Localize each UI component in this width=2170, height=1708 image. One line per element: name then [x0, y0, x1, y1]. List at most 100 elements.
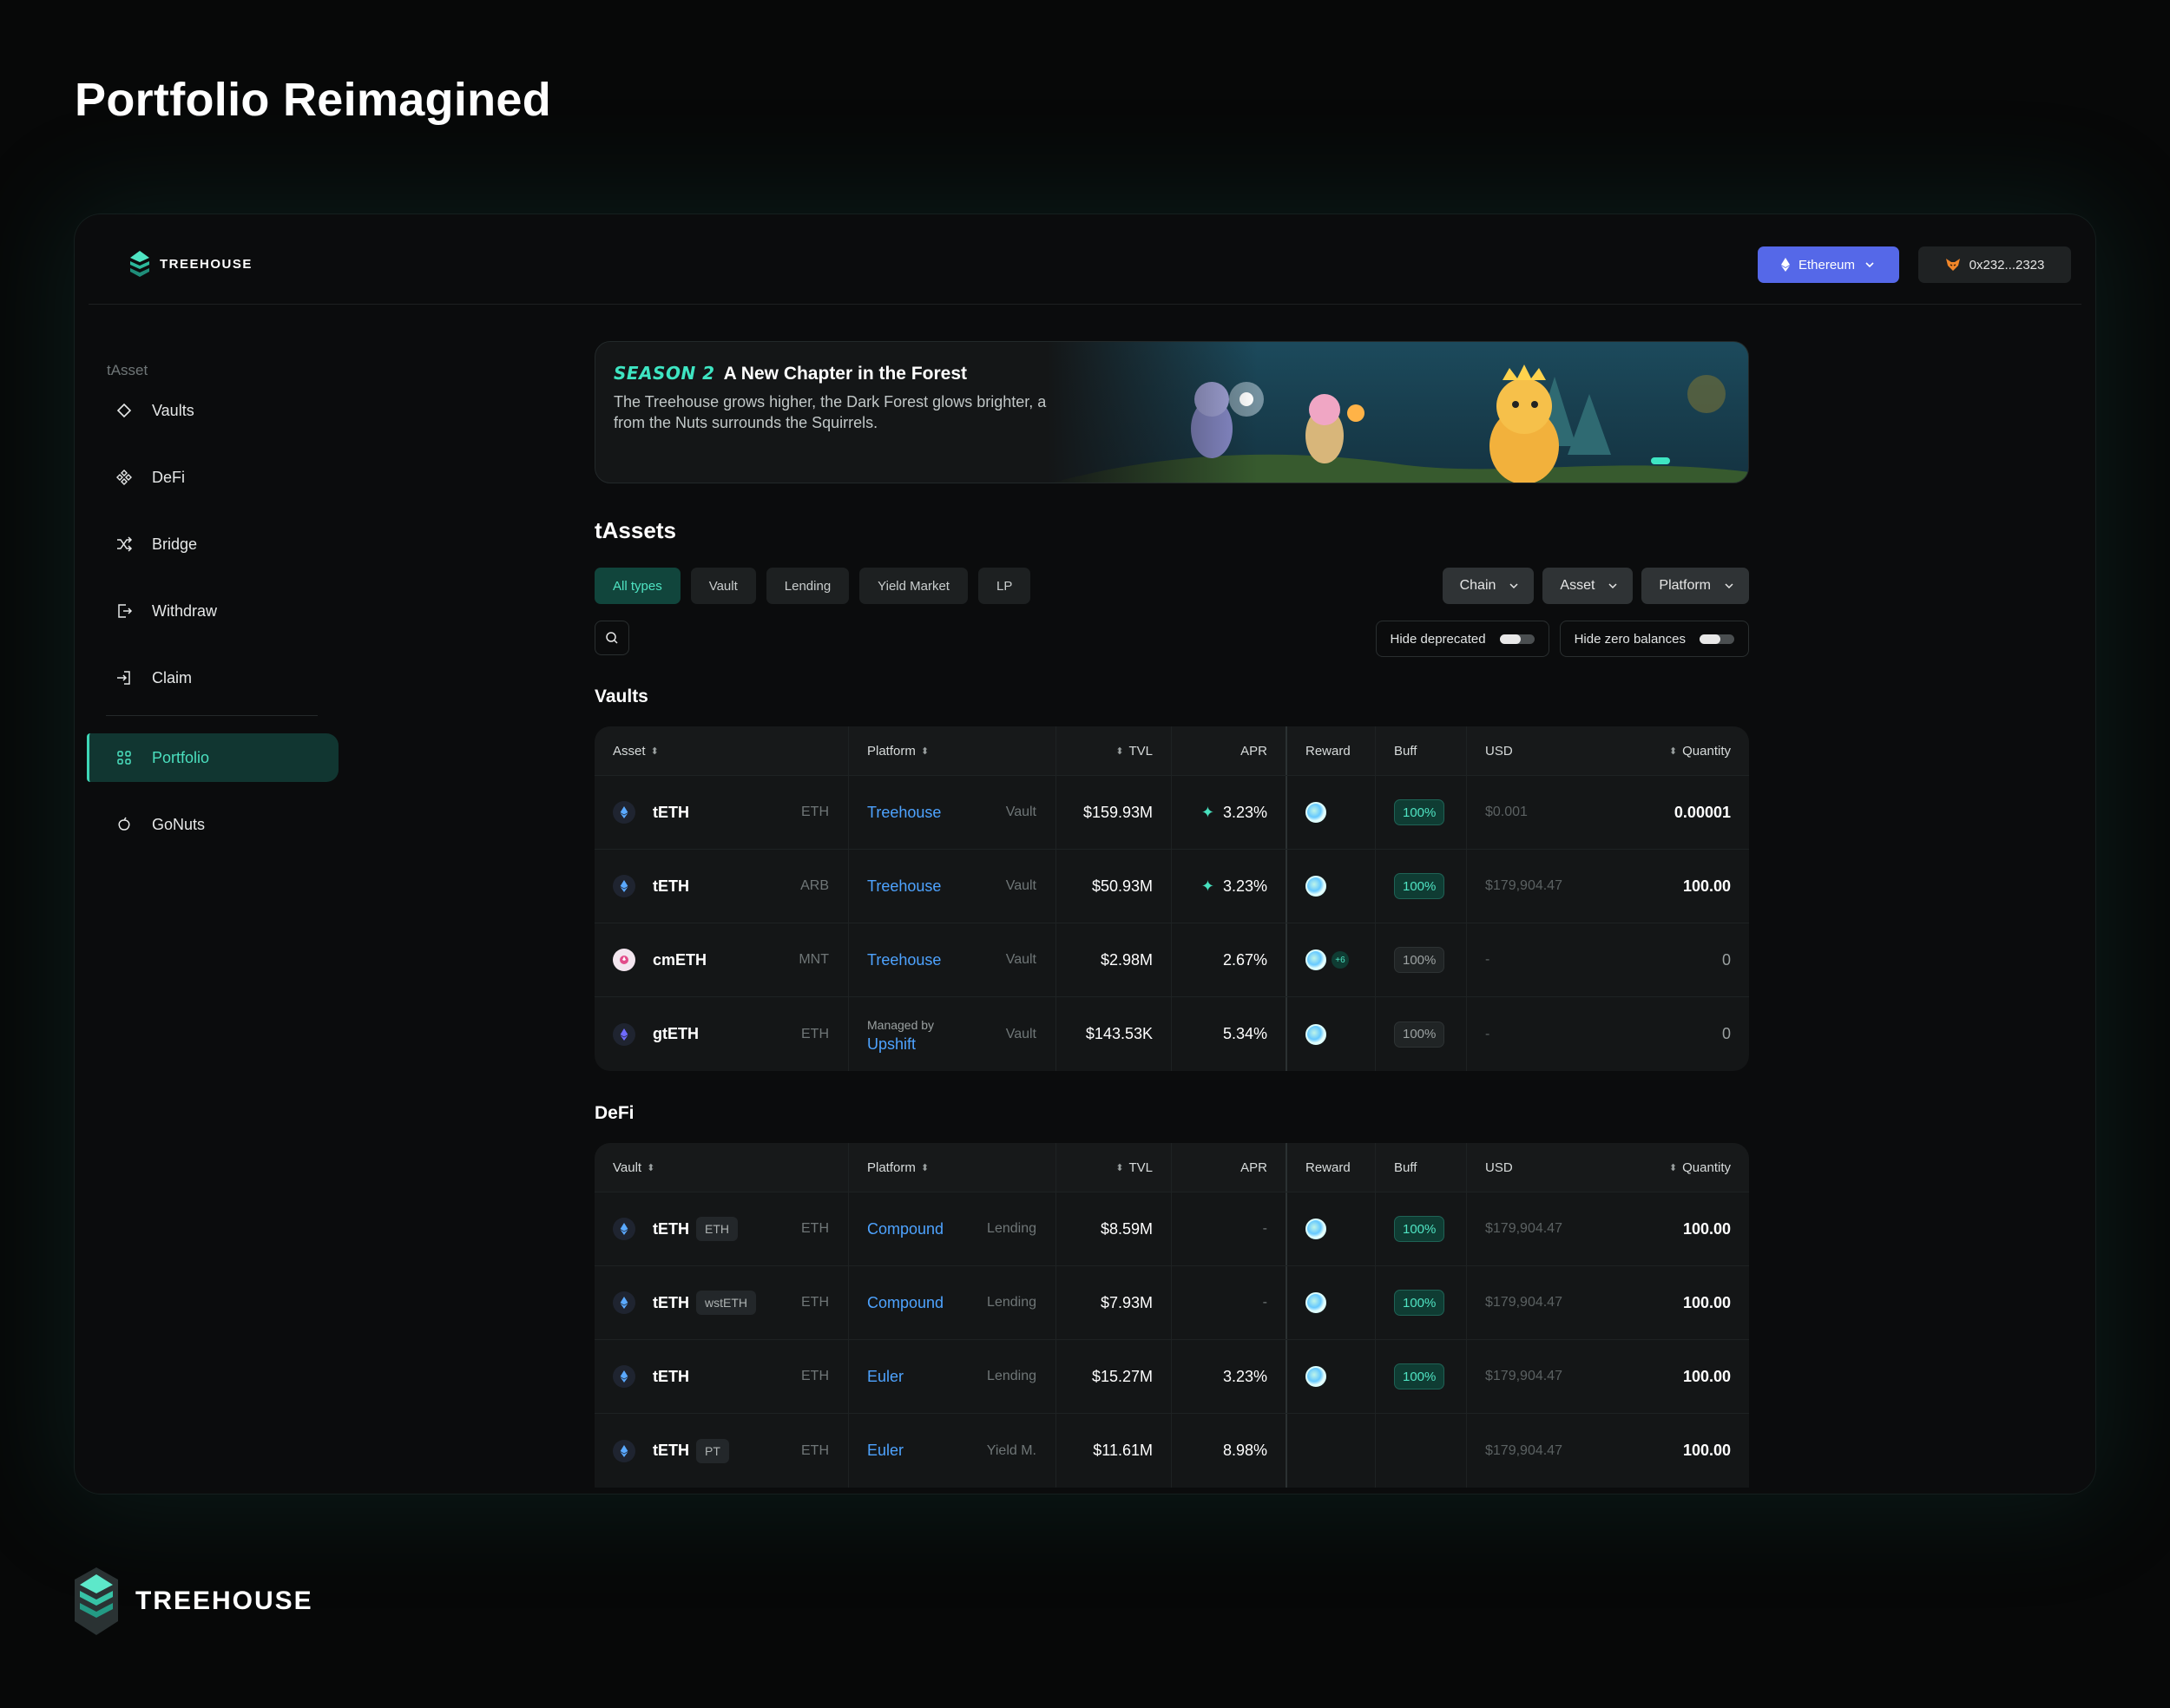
platform-link[interactable]: Treehouse	[867, 804, 941, 822]
sparkle-icon: ✦	[1200, 877, 1214, 895]
sidebar-item-bridge[interactable]: Bridge	[87, 520, 339, 568]
sidebar-item-withdraw[interactable]: Withdraw	[87, 587, 339, 635]
sidebar-item-label: GoNuts	[152, 815, 206, 833]
sidebar-item-portfolio[interactable]: Portfolio	[87, 733, 339, 782]
usd-value: $179,904.47	[1485, 1221, 1562, 1236]
extra-rewards-badge[interactable]: +6	[1332, 951, 1349, 969]
column-platform[interactable]: Platform ⬍	[849, 1143, 1056, 1192]
banner-title: A New Chapter in the Forest	[723, 364, 968, 384]
pagination-dot-active[interactable]	[1651, 457, 1670, 464]
toggle-switch[interactable]	[1700, 634, 1734, 644]
table-row[interactable]: tETH ETH Treehouse Vault $159.93M ✦ 3.23% 1…	[595, 776, 1749, 850]
platform-link[interactable]: Compound	[867, 1294, 944, 1312]
column-asset[interactable]: Asset ⬍	[595, 726, 849, 775]
platform-link[interactable]: Treehouse	[867, 951, 941, 969]
quantity-value: 0.00001	[1674, 803, 1731, 821]
brand-logo[interactable]: TREEHOUSE	[130, 251, 253, 277]
asset-name: tETH	[653, 877, 689, 895]
column-label: Platform	[867, 743, 916, 759]
hide-deprecated-toggle[interactable]: Hide deprecated	[1375, 621, 1549, 657]
column-quantity[interactable]: ⬍ Quantity	[1580, 726, 1749, 775]
platform-type: Yield M.	[986, 1442, 1036, 1458]
column-vault[interactable]: Vault ⬍	[595, 1143, 849, 1192]
column-label: Platform	[867, 1159, 916, 1175]
asset-dropdown-label: Asset	[1560, 578, 1595, 593]
table-row[interactable]: gtETH ETH Managed by Upshift Vault $143.53K…	[595, 997, 1749, 1071]
vaults-table: Asset ⬍ Platform ⬍ ⬍ TVL APR Reward Buff US…	[595, 726, 1749, 1071]
asset-chain: ETH	[801, 1221, 829, 1236]
buff-badge: 100%	[1394, 1021, 1445, 1048]
buff-badge: 100%	[1394, 1363, 1445, 1389]
column-label: Reward	[1305, 1159, 1351, 1175]
footer-brand: TREEHOUSE	[75, 1567, 313, 1635]
column-tvl[interactable]: ⬍ TVL	[1056, 726, 1172, 775]
sidebar-item-gonuts[interactable]: GoNuts	[87, 800, 339, 849]
platform-link[interactable]: Upshift	[867, 1035, 934, 1054]
sidebar-item-defi[interactable]: DeFi	[87, 453, 339, 502]
reward-token-icon[interactable]	[1305, 1292, 1326, 1313]
tassets-heading: tAssets	[595, 517, 676, 543]
reward-token-icon[interactable]	[1305, 1023, 1326, 1045]
asset-name: tETH	[653, 1367, 689, 1385]
asset-dropdown[interactable]: Asset	[1542, 568, 1634, 604]
banner-tag: SEASON 2	[614, 363, 715, 384]
managed-platform: Managed by Upshift	[867, 1015, 934, 1054]
filter-yield-market[interactable]: Yield Market	[859, 568, 968, 604]
reward-token-icon[interactable]	[1305, 802, 1326, 823]
table-row[interactable]: tETH wstETH ETH Compound Lending $7.93M - 1…	[595, 1266, 1749, 1340]
buff-badge: 100%	[1394, 799, 1445, 825]
asset-name: tETH	[653, 803, 689, 821]
column-quantity[interactable]: ⬍ Quantity	[1580, 1143, 1749, 1192]
quantity-value: 100.00	[1682, 1293, 1731, 1311]
tvl-value: $7.93M	[1100, 1293, 1153, 1311]
asset-chain: ETH	[801, 1442, 829, 1458]
buff-badge: 100%	[1394, 1290, 1445, 1316]
reward-token-icon[interactable]	[1305, 1366, 1326, 1387]
sidebar-item-vaults[interactable]: Vaults	[87, 386, 339, 435]
reward-token-icon[interactable]	[1305, 876, 1326, 897]
wallet-button[interactable]: 0x232...2323	[1918, 246, 2071, 283]
filter-vault[interactable]: Vault	[690, 568, 756, 604]
platform-link[interactable]: Euler	[867, 1442, 904, 1460]
filter-all-types[interactable]: All types	[595, 568, 681, 604]
shuffle-icon	[117, 536, 133, 552]
sidebar-item-claim[interactable]: Claim	[87, 654, 339, 702]
table-row[interactable]: cmETH MNT Treehouse Vault $2.98M 2.67% +6 …	[595, 923, 1749, 997]
platform-link[interactable]: Treehouse	[867, 877, 941, 896]
withdraw-icon	[118, 604, 133, 618]
table-row[interactable]: tETH ETH Euler Lending $15.27M 3.23% 100% …	[595, 1340, 1749, 1414]
platform-link[interactable]: Compound	[867, 1220, 944, 1238]
column-platform[interactable]: Platform ⬍	[849, 726, 1056, 775]
table-row[interactable]: tETH ETH ETH Compound Lending $8.59M - 100%…	[595, 1192, 1749, 1266]
eth-token-icon	[613, 1439, 635, 1462]
reward-token-icon[interactable]	[1305, 949, 1326, 970]
season-banner[interactable]: SEASON 2 A New Chapter in the Forest The…	[595, 341, 1749, 483]
platform-dropdown[interactable]: Platform	[1641, 568, 1749, 604]
filter-lp[interactable]: LP	[977, 568, 1031, 604]
asset-tag: ETH	[696, 1217, 738, 1241]
sidebar-item-label: Withdraw	[152, 601, 218, 620]
column-tvl[interactable]: ⬍ TVL	[1056, 1143, 1172, 1192]
platform-type: Vault	[1005, 805, 1036, 819]
filter-lending[interactable]: Lending	[766, 568, 850, 604]
ethereum-icon	[1780, 258, 1790, 272]
banner-pagination[interactable]	[1651, 457, 1670, 464]
table-header: Asset ⬍ Platform ⬍ ⬍ TVL APR Reward Buff US…	[595, 726, 1749, 776]
table-row[interactable]: tETH PT ETH Euler Yield M. $11.61M 8.98% $1…	[595, 1414, 1749, 1488]
chain-dropdown[interactable]: Chain	[1442, 568, 1535, 604]
reward-token-icon[interactable]	[1305, 1219, 1326, 1239]
search-button[interactable]	[595, 621, 629, 655]
column-buff: Buff	[1376, 1143, 1467, 1192]
table-row[interactable]: tETH ARB Treehouse Vault $50.93M ✦ 3.23% 10…	[595, 850, 1749, 923]
hide-zero-balances-toggle[interactable]: Hide zero balances	[1559, 621, 1749, 657]
treehouse-logo-icon	[130, 251, 149, 277]
platform-dropdown-label: Platform	[1659, 578, 1711, 593]
sidebar-item-label: Bridge	[152, 535, 198, 553]
network-selector[interactable]: Ethereum	[1758, 246, 1899, 283]
toggle-switch[interactable]	[1499, 634, 1535, 644]
column-label: USD	[1485, 1159, 1513, 1175]
eth-token-icon	[613, 875, 635, 897]
wallet-address: 0x232...2323	[1969, 257, 2045, 273]
platform-link[interactable]: Euler	[867, 1368, 904, 1386]
column-label: APR	[1240, 743, 1267, 759]
